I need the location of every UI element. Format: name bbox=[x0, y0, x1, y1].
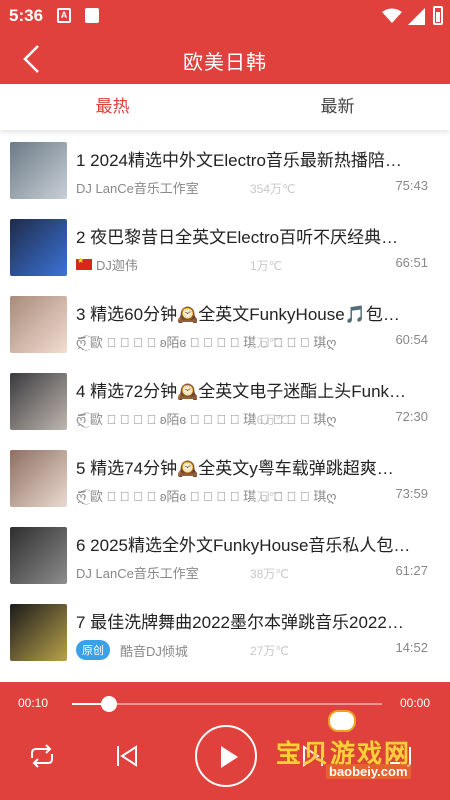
song-title: 3 精选60分钟🕰️全英文FunkyHouse🎵包… bbox=[76, 305, 400, 324]
song-title: 2 夜巴黎昔日全英文Electro百听不厌经典… bbox=[76, 228, 399, 247]
play-button[interactable] bbox=[195, 725, 257, 787]
song-title: 1 2024精选中外文Electro音乐最新热播陪… bbox=[76, 151, 402, 170]
song-cover-image bbox=[10, 604, 67, 661]
song-list: 1 2024精选中外文Electro音乐最新热播陪… DJ LanCe音乐工作室… bbox=[0, 130, 450, 682]
song-duration: 60:54 bbox=[395, 332, 428, 347]
notification-a-icon: A bbox=[57, 8, 71, 23]
tab-bar: 最热 最新 bbox=[0, 84, 450, 130]
watermark-url: baobeiy.com bbox=[326, 764, 411, 779]
song-author: 原创 酷音DJ倾城 bbox=[76, 640, 188, 660]
previous-icon[interactable] bbox=[114, 744, 140, 768]
play-count: 1万℃ bbox=[250, 336, 283, 350]
battery-icon bbox=[433, 6, 443, 25]
page-title: 欧美日韩 bbox=[183, 52, 267, 74]
tab-newest[interactable]: 最新 bbox=[225, 84, 450, 130]
song-author: DJ LanCe音乐工作室 bbox=[76, 178, 199, 197]
status-time: 5:36 bbox=[9, 6, 44, 25]
song-title: 7 最佳洗牌舞曲2022墨尔本弹跳音乐2022… bbox=[76, 613, 404, 632]
song-author: DJ LanCe音乐工作室 bbox=[76, 563, 199, 582]
cellular-signal-icon bbox=[408, 8, 425, 25]
original-badge: 原创 bbox=[76, 640, 110, 660]
author-name: ღ፟፝͜͡ 歐 ᷼ ᷼ ᷼ ᷼ ʚ陌ɞ ᷼ ᷼ ᷼ ᷼ 琪 ᷼ ᷼ ᷼ ᷼ 琪ღ bbox=[76, 489, 337, 504]
current-time: 00:10 bbox=[18, 696, 49, 710]
song-title: 4 精选72分钟🕰️全英文电子迷酯上头Funk… bbox=[76, 382, 407, 401]
song-cover-image bbox=[10, 142, 67, 199]
song-row[interactable]: 1 2024精选中外文Electro音乐最新热播陪… DJ LanCe音乐工作室… bbox=[0, 130, 450, 207]
progress-track[interactable] bbox=[72, 696, 382, 712]
song-author: ღ፟፝͜͡ 歐 ᷼ ᷼ ᷼ ᷼ ʚ陌ɞ ᷼ ᷼ ᷼ ᷼ 琪 ᷼ ᷼ ᷼ ᷼ 琪ღ bbox=[76, 409, 336, 428]
tab-hottest[interactable]: 最热 bbox=[0, 84, 225, 130]
author-name: DJ迦伟 bbox=[96, 258, 138, 273]
play-count: 1万℃ bbox=[250, 259, 283, 273]
song-row[interactable]: 2 夜巴黎昔日全英文Electro百听不厌经典… DJ迦伟 1万℃ 66:51 bbox=[0, 207, 450, 284]
repeat-icon[interactable] bbox=[28, 744, 56, 768]
song-cover-image bbox=[10, 527, 67, 584]
author-name: ღ፟፝͜͡ 歐 ᷼ ᷼ ᷼ ᷼ ʚ陌ɞ ᷼ ᷼ ᷼ ᷼ 琪 ᷼ ᷼ ᷼ ᷼ 琪ღ bbox=[76, 412, 337, 427]
play-count: 26万℃ bbox=[250, 413, 289, 427]
app-bar: 欧美日韩 bbox=[0, 32, 450, 84]
author-name: DJ LanCe音乐工作室 bbox=[76, 566, 199, 581]
song-duration: 75:43 bbox=[395, 178, 428, 193]
play-count: 27万℃ bbox=[250, 644, 289, 658]
song-author: ღ፟፝͜͡ 歐 ᷼ ᷼ ᷼ ᷼ ʚ陌ɞ ᷼ ᷼ ᷼ ᷼ 琪 ᷼ ᷼ ᷼ ᷼ 琪ღ bbox=[76, 486, 336, 505]
song-row[interactable]: 4 精选72分钟🕰️全英文电子迷酯上头Funk… ღ፟፝͜͡ 歐 ᷼ ᷼ ᷼ ᷼… bbox=[0, 361, 450, 438]
song-duration: 72:30 bbox=[395, 409, 428, 424]
song-author: ღ፟፝͜͡ 歐 ᷼ ᷼ ᷼ ᷼ ʚ陌ɞ ᷼ ᷼ ᷼ ᷼ 琪 ᷼ ᷼ ᷼ ᷼ 琪ღ bbox=[76, 332, 336, 351]
song-title: 6 2025精选全外文FunkyHouse音乐私人包… bbox=[76, 536, 411, 555]
song-row[interactable]: 7 最佳洗牌舞曲2022墨尔本弹跳音乐2022… 原创 酷音DJ倾城 27万℃ 1… bbox=[0, 592, 450, 669]
song-cover-image bbox=[10, 219, 67, 276]
song-cover-image bbox=[10, 373, 67, 430]
author-name: ღ፟፝͜͡ 歐 ᷼ ᷼ ᷼ ᷼ ʚ陌ɞ ᷼ ᷼ ᷼ ᷼ 琪 ᷼ ᷼ ᷼ ᷼ 琪ღ bbox=[76, 335, 337, 350]
play-count: 38万℃ bbox=[250, 567, 289, 581]
progress-knob[interactable] bbox=[101, 696, 118, 712]
author-name: 酷音DJ倾城 bbox=[120, 643, 188, 659]
song-duration: 66:51 bbox=[395, 255, 428, 270]
wifi-icon bbox=[382, 8, 402, 23]
song-row[interactable]: 5 精选74分钟🕰️全英文y粤车载弹跳超爽… ღ፟፝͜͡ 歐 ᷼ ᷼ ᷼ ᷼ ʚ… bbox=[0, 438, 450, 515]
song-row[interactable]: 3 精选60分钟🕰️全英文FunkyHouse🎵包… ღ፟፝͜͡ 歐 ᷼ ᷼ ᷼… bbox=[0, 284, 450, 361]
play-count: 1万℃ bbox=[250, 490, 283, 504]
total-time: 00:00 bbox=[399, 696, 430, 710]
status-bar: 5:36 A bbox=[0, 0, 450, 32]
song-row[interactable]: 6 2025精选全外文FunkyHouse音乐私人包… DJ LanCe音乐工作… bbox=[0, 515, 450, 592]
china-flag-icon bbox=[76, 256, 92, 270]
watermark: 宝贝游戏网 baobeiy.com bbox=[276, 710, 446, 784]
notification-square-icon bbox=[85, 8, 99, 23]
song-duration: 61:27 bbox=[395, 563, 428, 578]
song-author: DJ迦伟 bbox=[76, 255, 138, 274]
play-count: 354万℃ bbox=[250, 182, 296, 196]
play-icon bbox=[221, 746, 238, 768]
author-name: DJ LanCe音乐工作室 bbox=[76, 181, 199, 196]
song-duration: 73:59 bbox=[395, 486, 428, 501]
gamepad-icon bbox=[328, 710, 356, 732]
song-duration: 14:52 bbox=[395, 640, 428, 655]
song-title: 5 精选74分钟🕰️全英文y粤车载弹跳超爽… bbox=[76, 459, 394, 478]
song-cover-image bbox=[10, 450, 67, 507]
song-cover-image bbox=[10, 296, 67, 353]
